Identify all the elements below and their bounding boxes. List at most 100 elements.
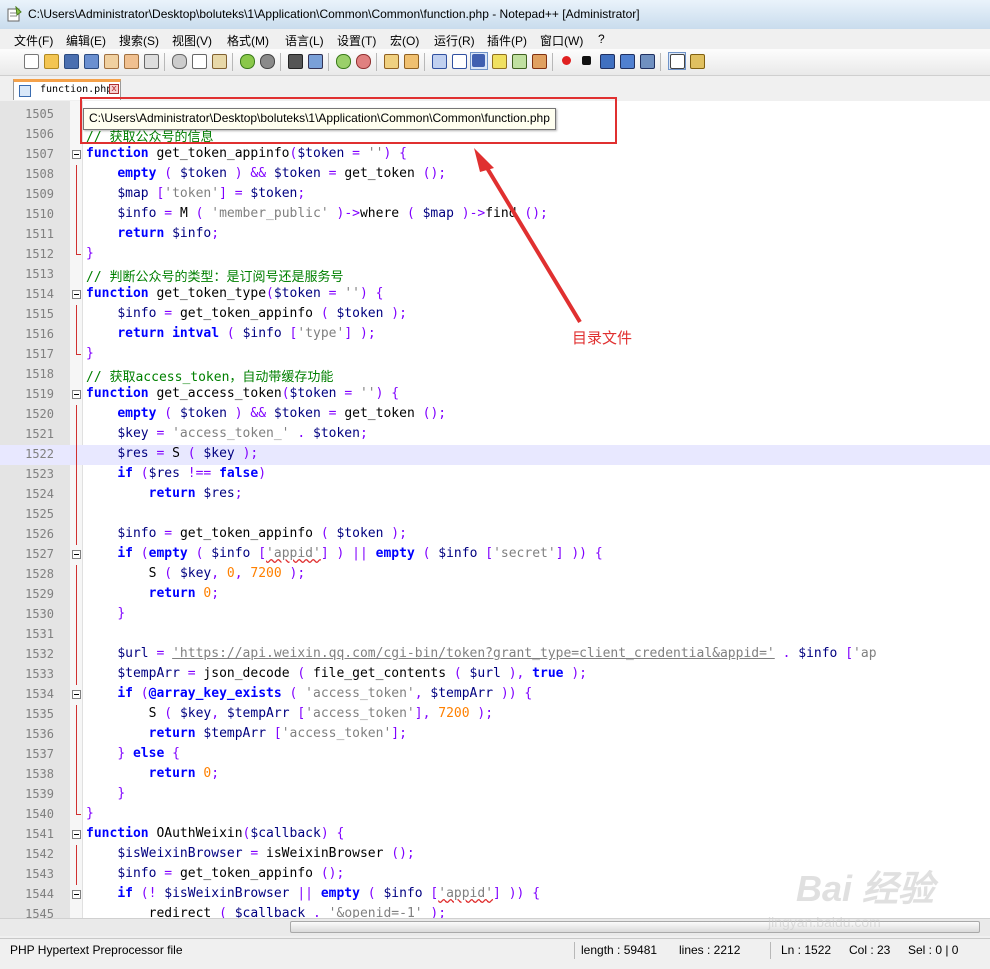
code-text[interactable]: $res = S ( $key ); (86, 446, 258, 461)
code-line[interactable]: 1525 (0, 505, 990, 525)
code-line[interactable]: 1526 $info = get_token_appinfo ( $token … (0, 525, 990, 545)
code-text[interactable]: } else { (86, 746, 180, 761)
code-line[interactable]: 1533 $tempArr = json_decode ( file_get_c… (0, 665, 990, 685)
code-text[interactable]: function get_token_appinfo($token = '') … (86, 146, 407, 161)
code-text[interactable]: $info = get_token_appinfo ( $token ); (86, 526, 407, 541)
tab-close-icon[interactable]: x (109, 84, 119, 94)
function-list-button[interactable] (530, 52, 548, 70)
editor-area[interactable]: 1505 1506// 获取公众号的信息 1507 function get_toke… (0, 101, 990, 918)
code-text[interactable]: function OAuthWeixin($callback) { (86, 826, 344, 841)
code-text[interactable]: return $res; (86, 486, 243, 501)
record-macro-button[interactable] (558, 52, 576, 70)
code-line[interactable]: 1513 // 判断公众号的类型：是订阅号还是服务号 (0, 265, 990, 285)
undo-button[interactable] (238, 52, 256, 70)
sync-vertical-button[interactable] (382, 52, 400, 70)
menu-edit[interactable]: 编辑(E) (66, 32, 106, 49)
menu-format[interactable]: 格式(M) (227, 32, 269, 49)
code-text[interactable]: $key = 'access_token_' . $token; (86, 426, 367, 441)
stop-macro-button[interactable] (578, 52, 596, 70)
code-text[interactable]: } (86, 786, 125, 801)
code-text[interactable]: return 0; (86, 766, 219, 781)
code-line[interactable]: 1518 // 获取access_token，自动带缓存功能 (0, 365, 990, 385)
fold-toggle-icon[interactable] (72, 390, 81, 399)
code-line[interactable]: 1537 } else { (0, 745, 990, 765)
code-text[interactable]: return $info; (86, 226, 219, 241)
code-text[interactable]: return $tempArr ['access_token']; (86, 726, 407, 741)
code-line[interactable]: 1541 function OAuthWeixin($callback) { (0, 825, 990, 845)
code-text[interactable]: } (86, 606, 125, 621)
show-all-chars-button[interactable] (450, 52, 468, 70)
menu-help[interactable]: ? (598, 32, 605, 46)
code-line[interactable]: 1507 function get_token_appinfo($token = … (0, 145, 990, 165)
code-text[interactable]: $info = get_token_appinfo ( $token ); (86, 306, 407, 321)
code-text[interactable]: S ( $key, 0, 7200 ); (86, 566, 306, 581)
code-line[interactable]: 1510 $info = M ( 'member_public' )->wher… (0, 205, 990, 225)
zoom-out-button[interactable] (354, 52, 372, 70)
code-text[interactable]: // 获取access_token，自动带缓存功能 (86, 366, 333, 385)
spell-options-button[interactable] (688, 52, 706, 70)
menu-settings[interactable]: 设置(T) (337, 32, 376, 49)
fold-toggle-icon[interactable] (72, 690, 81, 699)
code-line[interactable]: 1515 $info = get_token_appinfo ( $token … (0, 305, 990, 325)
code-text[interactable]: empty ( $token ) && $token = get_token (… (86, 406, 446, 421)
run-macro-multiple-button[interactable] (618, 52, 636, 70)
menu-view[interactable]: 视图(V) (172, 32, 212, 49)
code-line[interactable]: 1520 empty ( $token ) && $token = get_to… (0, 405, 990, 425)
menu-file[interactable]: 文件(F) (14, 32, 53, 49)
code-line[interactable]: 1531 (0, 625, 990, 645)
code-text[interactable]: if ($res !== false) (86, 466, 266, 481)
word-wrap-button[interactable] (430, 52, 448, 70)
doc-map-button[interactable] (510, 52, 528, 70)
fold-toggle-icon[interactable] (72, 550, 81, 559)
sync-horizontal-button[interactable] (402, 52, 420, 70)
code-line[interactable]: 1528 S ( $key, 0, 7200 ); (0, 565, 990, 585)
code-text[interactable]: $tempArr = json_decode ( file_get_conten… (86, 666, 587, 681)
code-line[interactable]: 1522 $res = S ( $key ); (0, 445, 990, 465)
code-line[interactable]: 1523 if ($res !== false) (0, 465, 990, 485)
print-button[interactable] (142, 52, 160, 70)
menu-search[interactable]: 搜索(S) (119, 32, 159, 49)
play-macro-button[interactable] (598, 52, 616, 70)
zoom-in-button[interactable] (334, 52, 352, 70)
find-button[interactable] (286, 52, 304, 70)
fold-toggle-icon[interactable] (72, 290, 81, 299)
code-text[interactable]: } (86, 346, 94, 361)
fold-toggle-icon[interactable] (72, 150, 81, 159)
code-text[interactable]: $map ['token'] = $token; (86, 186, 305, 201)
menu-plugins[interactable]: 插件(P) (487, 32, 527, 49)
code-line[interactable]: 1511 return $info; (0, 225, 990, 245)
code-text[interactable]: return intval ( $info ['type'] ); (86, 326, 375, 341)
open-file-button[interactable] (42, 52, 60, 70)
code-text[interactable]: if (! $isWeixinBrowser || empty ( $info … (86, 886, 540, 901)
code-text[interactable]: $isWeixinBrowser = isWeixinBrowser (); (86, 846, 414, 861)
close-all-button[interactable] (122, 52, 140, 70)
menu-window[interactable]: 窗口(W) (540, 32, 583, 49)
code-text[interactable]: function get_token_type($token = '') { (86, 286, 383, 301)
code-text[interactable]: empty ( $token ) && $token = get_token (… (86, 166, 446, 181)
code-line[interactable]: 1516 return intval ( $info ['type'] ); (0, 325, 990, 345)
copy-button[interactable] (190, 52, 208, 70)
code-line[interactable]: 1538 return 0; (0, 765, 990, 785)
code-text[interactable]: $info = M ( 'member_public' )->where ( $… (86, 206, 548, 221)
menu-language[interactable]: 语言(L) (285, 32, 324, 49)
code-text[interactable]: return 0; (86, 586, 219, 601)
code-text[interactable]: $url = 'https://api.weixin.qq.com/cgi-bi… (86, 646, 876, 661)
code-line[interactable]: 1527 if (empty ( $info ['appid'] ) || em… (0, 545, 990, 565)
code-text[interactable]: if (@array_key_exists ( 'access_token', … (86, 686, 532, 701)
cut-button[interactable] (170, 52, 188, 70)
code-text[interactable]: S ( $key, $tempArr ['access_token'], 720… (86, 706, 493, 721)
code-line[interactable]: 1512} (0, 245, 990, 265)
code-line[interactable]: 1532 $url = 'https://api.weixin.qq.com/c… (0, 645, 990, 665)
spell-check-button[interactable] (668, 52, 686, 70)
code-line[interactable]: 1530 } (0, 605, 990, 625)
code-text[interactable]: // 判断公众号的类型：是订阅号还是服务号 (86, 266, 343, 285)
indent-guide-button[interactable] (470, 52, 488, 70)
replace-button[interactable] (306, 52, 324, 70)
code-text[interactable]: } (86, 246, 94, 261)
code-text[interactable]: $info = get_token_appinfo (); (86, 866, 344, 881)
close-button[interactable] (102, 52, 120, 70)
code-line[interactable]: 1540} (0, 805, 990, 825)
code-line[interactable]: 1521 $key = 'access_token_' . $token; (0, 425, 990, 445)
code-line[interactable]: 1536 return $tempArr ['access_token']; (0, 725, 990, 745)
code-text[interactable]: if (empty ( $info ['appid'] ) || empty (… (86, 546, 602, 561)
